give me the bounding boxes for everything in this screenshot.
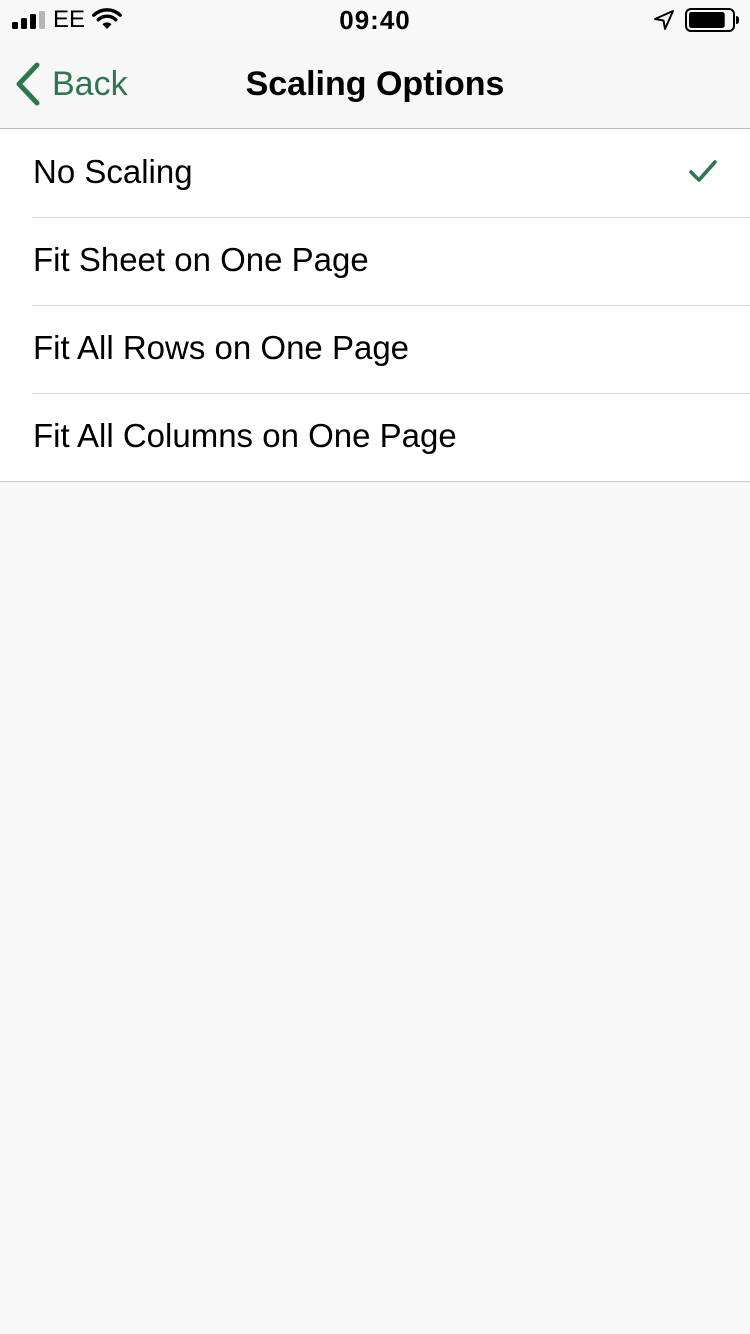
option-label: Fit All Rows on One Page bbox=[33, 329, 410, 366]
option-fit-sheet-on-one-page[interactable]: Fit Sheet on One Page bbox=[0, 217, 750, 305]
page-title: Scaling Options bbox=[245, 65, 505, 103]
option-no-scaling[interactable]: No Scaling bbox=[0, 129, 750, 217]
scaling-options-list: No Scaling Fit Sheet on One Page Fit All… bbox=[0, 129, 750, 482]
battery-icon bbox=[685, 8, 739, 32]
option-label: No Scaling bbox=[33, 153, 193, 190]
status-bar: EE 09:40 bbox=[0, 0, 750, 40]
option-fit-all-columns-on-one-page[interactable]: Fit All Columns on One Page bbox=[0, 393, 750, 481]
location-arrow-icon bbox=[654, 10, 674, 30]
checkmark-icon bbox=[689, 160, 717, 182]
option-label: Fit Sheet on One Page bbox=[33, 241, 369, 278]
scaling-options-screen: EE 09:40 Back Scaling Options No Scaling bbox=[0, 0, 750, 1334]
status-time: 09:40 bbox=[339, 5, 411, 35]
navigation-bar: Back Scaling Options bbox=[0, 40, 750, 129]
option-label: Fit All Columns on One Page bbox=[33, 417, 457, 454]
option-fit-all-rows-on-one-page[interactable]: Fit All Rows on One Page bbox=[0, 305, 750, 393]
